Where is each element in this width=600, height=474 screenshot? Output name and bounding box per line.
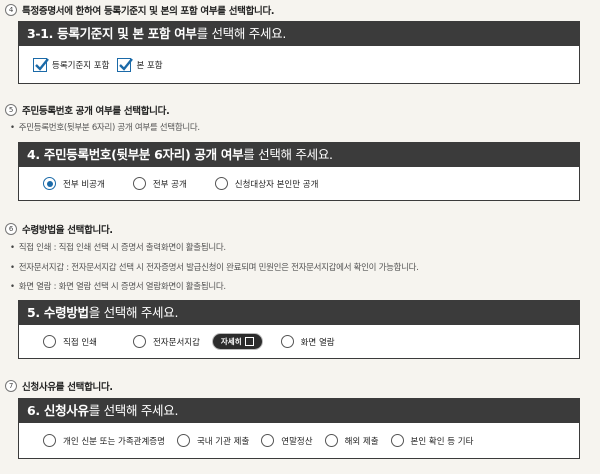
panel-header: 4. 주민등록번호(뒷부분 6자리) 공개 여부를 선택해 주세요. [18,142,580,167]
step-title-text: 수령방법을 선택합니다. [22,225,113,236]
step-5-note: 주민등록번호(뒷부분 6자리) 공개 여부를 선택합니다. [10,121,200,133]
radio-label: 직접 인쇄 [63,337,97,348]
panel-receive-method: 5. 수령방법을 선택해 주세요. 직접 인쇄 전자문서지갑 자세히 화면 열람 [18,300,580,359]
radio-year-end-tax[interactable]: 연말정산 [261,434,313,447]
panel-header-bold: 6. 신청사유 [27,403,89,418]
radio-label: 연말정산 [281,436,313,447]
step-6-title: 6 수령방법을 선택합니다. [5,222,113,236]
radio-label: 전부 비공개 [63,179,105,190]
step-title-text: 주민등록번호 공개 여부를 선택합니다. [22,106,170,117]
step-6-note-view: 화면 열람 : 화면 열람 선택 시 증명서 열람화면이 활출됩니다. [10,280,226,292]
checkbox-register-base[interactable]: 등록기준지 포함 [33,57,110,72]
panel-rrn-disclosure: 4. 주민등록번호(뒷부분 6자리) 공개 여부를 선택해 주세요. 전부 비공… [18,142,580,201]
detail-button-label: 자세히 [220,337,242,346]
radio-icon[interactable] [132,335,146,348]
checkbox-bon[interactable]: 본 포함 [117,57,163,72]
step-6-note-wallet: 전자문서지갑 : 전자문서지갑 선택 시 전자증명서 발급신청이 완료되며 민원… [10,261,419,273]
step-4-title: 4 특정증명서에 한하여 등록기준지 및 본의 포함 여부를 선택합니다. [5,3,275,17]
radio-label: 국내 기관 제출 [196,436,250,447]
radio-icon[interactable] [280,335,294,348]
step-7-title: 7 신청사유를 선택합니다. [5,379,113,393]
panel-body: 등록기준지 포함 본 포함 [18,46,580,84]
external-link-icon [244,337,254,346]
checkbox-label: 등록기준지 포함 [52,60,110,71]
radio-direct-print[interactable]: 직접 인쇄 [43,335,97,348]
radio-e-wallet[interactable]: 전자문서지갑 [132,335,200,348]
radio-label: 신청대상자 본인만 공개 [234,179,319,190]
panel-header-bold: 5. 수령방법 [27,305,89,320]
panel-register-base-option: 3-1. 등록기준지 및 본 포함 여부를 선택해 주세요. 등록기준지 포함 … [18,21,580,84]
radio-label: 전자문서지갑 [152,337,200,348]
radio-identity-etc[interactable]: 본인 확인 등 기타 [390,434,474,447]
radio-icon[interactable] [390,434,404,447]
step-5-title: 5 주민등록번호 공개 여부를 선택합니다. [5,103,170,117]
step-title-text: 신청사유를 선택합니다. [22,382,113,393]
panel-header-rest: 를 선택해 주세요. [88,403,179,418]
radio-icon[interactable] [261,434,275,447]
panel-body: 직접 인쇄 전자문서지갑 자세히 화면 열람 [18,325,580,359]
step-number: 7 [5,380,17,392]
panel-header-rest: 를 선택해 주세요. [243,147,333,162]
radio-label: 해외 제출 [344,436,379,447]
panel-header: 6. 신청사유를 선택해 주세요. [18,398,580,423]
radio-label: 본인 확인 등 기타 [410,436,474,447]
radio-icon[interactable] [176,434,190,447]
step-number: 4 [5,4,17,16]
radio-screen-view[interactable]: 화면 열람 [280,335,335,348]
panel-header-rest: 를 선택해 주세요. [196,26,287,41]
radio-personal-family[interactable]: 개인 신분 또는 가족관계증명 [43,434,165,447]
radio-self-only-public[interactable]: 신청대상자 본인만 공개 [214,177,319,190]
radio-label: 개인 신분 또는 가족관계증명 [63,436,165,447]
panel-body: 개인 신분 또는 가족관계증명 국내 기관 제출 연말정산 해외 제출 본인 확… [18,423,580,459]
step-number: 6 [5,223,17,235]
detail-button[interactable]: 자세히 [211,333,263,350]
panel-header-rest: 을 선택해 주세요. [88,305,179,320]
radio-icon[interactable] [43,335,56,348]
radio-all-public[interactable]: 전부 공개 [132,177,187,190]
form-page: 4 특정증명서에 한하여 등록기준지 및 본의 포함 여부를 선택합니다. 3-… [0,0,600,474]
step-6-note-print: 직접 인쇄 : 직접 인쇄 선택 시 증명서 출력화면이 활출됩니다. [10,241,226,253]
panel-header-bold: 3-1. 등록기준지 및 본 포함 여부 [27,26,197,41]
radio-selected-icon[interactable] [43,177,56,190]
step-number: 5 [5,104,17,116]
checkbox-checked-icon[interactable] [33,57,49,72]
radio-label: 화면 열람 [300,337,335,348]
radio-label: 전부 공개 [152,179,187,190]
checkbox-checked-icon[interactable] [117,57,134,72]
radio-icon[interactable] [214,177,228,190]
panel-request-reason: 6. 신청사유를 선택해 주세요. 개인 신분 또는 가족관계증명 국내 기관 … [18,398,580,459]
checkbox-label: 본 포함 [136,60,163,71]
radio-domestic-agency[interactable]: 국내 기관 제출 [176,434,250,447]
panel-header-bold: 4. 주민등록번호(뒷부분 6자리) 공개 여부 [27,147,244,162]
panel-header: 3-1. 등록기준지 및 본 포함 여부를 선택해 주세요. [18,21,580,46]
radio-all-private[interactable]: 전부 비공개 [43,177,105,190]
panel-body: 전부 비공개 전부 공개 신청대상자 본인만 공개 [18,167,580,201]
radio-icon[interactable] [324,434,338,447]
panel-header: 5. 수령방법을 선택해 주세요. [18,300,580,325]
step-title-text: 특정증명서에 한하여 등록기준지 및 본의 포함 여부를 선택합니다. [22,6,275,17]
radio-icon[interactable] [43,434,56,447]
radio-overseas[interactable]: 해외 제출 [324,434,379,447]
radio-icon[interactable] [132,177,146,190]
